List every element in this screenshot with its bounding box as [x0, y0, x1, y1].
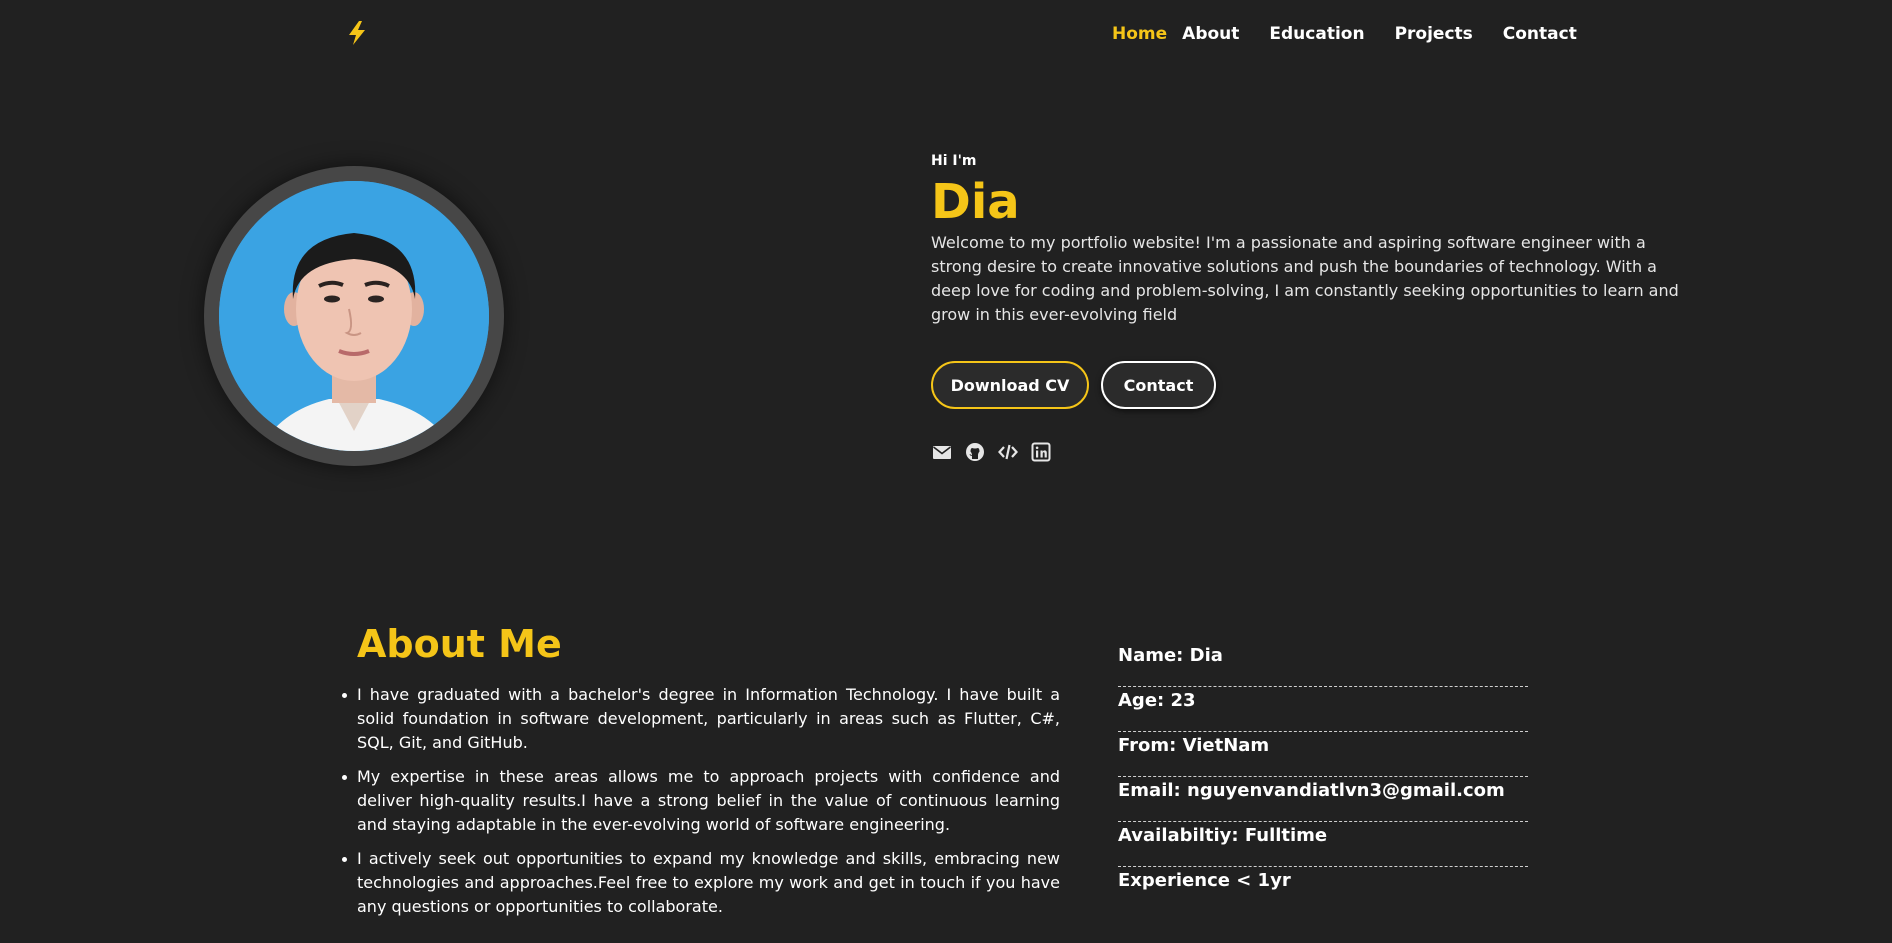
- info-age: Age: 23: [1118, 687, 1528, 732]
- avatar: [219, 181, 489, 451]
- info-from: From: VietNam: [1118, 732, 1528, 777]
- info-email: Email: nguyenvandiatlvn3@gmail.com: [1118, 777, 1528, 822]
- profile-photo: [219, 181, 489, 451]
- info-availability: Availabiltiy: Fulltime: [1118, 822, 1528, 867]
- download-cv-button[interactable]: Download CV: [931, 361, 1089, 409]
- github-icon[interactable]: [964, 441, 985, 462]
- list-item: My expertise in these areas allows me to…: [342, 765, 1060, 837]
- about-title: About Me: [357, 622, 562, 666]
- greeting: Hi I'm: [931, 153, 977, 169]
- about-list: I have graduated with a bachelor's degre…: [342, 683, 1060, 929]
- hero-name: Dia: [931, 174, 1020, 230]
- nav-projects[interactable]: Projects: [1395, 24, 1473, 44]
- list-item: I have graduated with a bachelor's degre…: [342, 683, 1060, 755]
- main-nav: Home About Education Projects Contact: [1112, 24, 1577, 44]
- list-item: I actively seek out opportunities to exp…: [342, 847, 1060, 919]
- social-links: [931, 441, 1683, 462]
- hero-section: Hi I'm Dia Welcome to my portfolio websi…: [931, 153, 1683, 462]
- email-icon[interactable]: [931, 441, 952, 462]
- info-name: Name: Dia: [1118, 642, 1528, 687]
- code-icon[interactable]: [997, 441, 1018, 462]
- nav-about[interactable]: About: [1182, 24, 1239, 44]
- contact-button[interactable]: Contact: [1101, 361, 1216, 409]
- nav-home[interactable]: Home: [1112, 24, 1167, 44]
- info-experience: Experience < 1yr: [1118, 870, 1291, 891]
- logo-icon[interactable]: [346, 20, 368, 46]
- nav-contact[interactable]: Contact: [1503, 24, 1577, 44]
- avatar-frame: [204, 166, 504, 466]
- personal-info: Name: Dia Age: 23 From: VietNam Email: n…: [1118, 642, 1528, 912]
- nav-education[interactable]: Education: [1269, 24, 1364, 44]
- intro-text: Welcome to my portfolio website! I'm a p…: [931, 233, 1679, 324]
- hero-buttons: Download CV Contact: [931, 361, 1683, 409]
- linkedin-icon[interactable]: [1030, 441, 1051, 462]
